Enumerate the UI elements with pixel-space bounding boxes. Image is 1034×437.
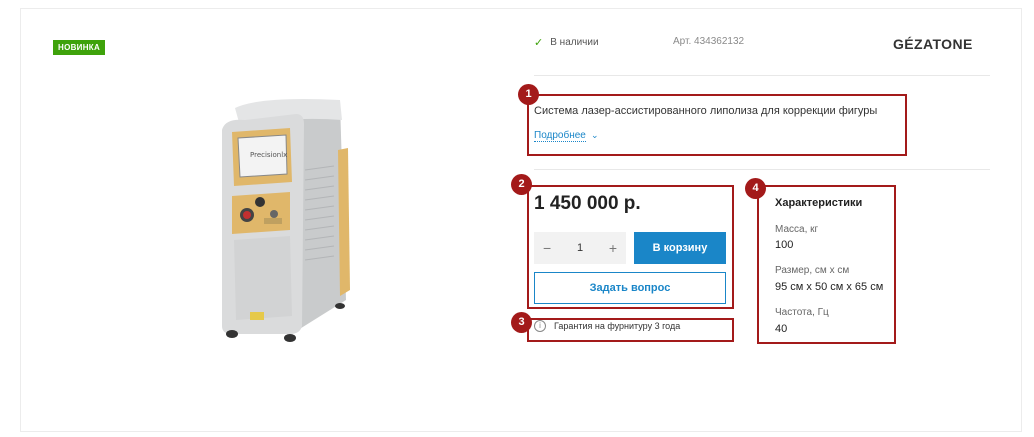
quantity-stepper[interactable]: − 1 + [534, 232, 626, 264]
brand-logo[interactable]: GÉZATONE [893, 36, 973, 52]
warranty-info: i Гарантия на фурнитуру 3 года [534, 320, 680, 332]
spec-value-size: 95 см х 50 см х 65 см [775, 281, 884, 293]
annotation-box-1 [527, 94, 907, 156]
minus-icon[interactable]: − [543, 240, 551, 256]
annotation-marker-2: 2 [511, 174, 532, 195]
add-to-cart-button[interactable]: В корзину [634, 232, 726, 264]
warranty-label: Гарантия на фурнитуру 3 года [554, 321, 681, 331]
plus-icon[interactable]: + [609, 240, 617, 256]
availability-label: В наличии [550, 37, 599, 48]
spec-value-frequency: 40 [775, 323, 788, 335]
spec-value-mass: 100 [775, 239, 794, 251]
product-price: 1 450 000 р. [534, 193, 641, 214]
product-image[interactable]: Precisionlx [200, 90, 365, 345]
product-description: Система лазер-ассистированного липолиза … [534, 105, 878, 117]
annotation-marker-1: 1 [518, 84, 539, 105]
divider [534, 75, 990, 76]
article-number: Арт. 434362132 [673, 36, 745, 47]
new-badge: НОВИНКА [53, 40, 106, 55]
divider [534, 169, 990, 170]
info-icon[interactable]: i [534, 320, 546, 332]
chevron-down-icon[interactable]: ⌄ [591, 130, 599, 141]
device-screen-text: Precisionlx [250, 151, 287, 159]
quantity-value[interactable]: 1 [577, 242, 583, 254]
ask-question-button[interactable]: Задать вопрос [534, 272, 726, 304]
spec-label-frequency: Частота, Гц [775, 307, 829, 318]
annotation-marker-4: 4 [745, 178, 766, 199]
spec-label-size: Размер, см х см [775, 265, 850, 276]
availability-status: ✓ В наличии [534, 36, 599, 49]
check-icon: ✓ [534, 37, 544, 49]
annotation-marker-3: 3 [511, 312, 532, 333]
more-link[interactable]: Подробнее [534, 130, 586, 142]
spec-label-mass: Масса, кг [775, 224, 819, 235]
specs-title: Характеристики [775, 197, 863, 209]
